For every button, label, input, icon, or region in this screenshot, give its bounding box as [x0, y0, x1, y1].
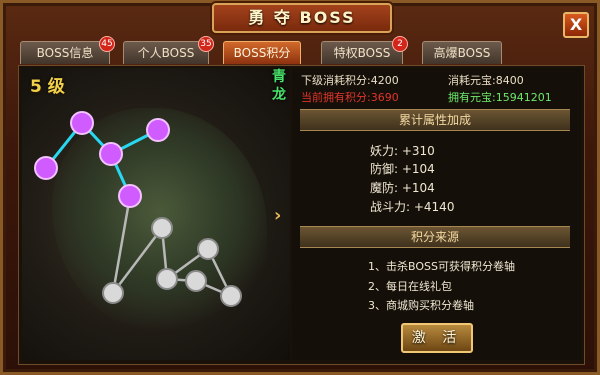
star-node-unlit[interactable]: [156, 268, 178, 290]
sources-header: 积分来源: [300, 226, 570, 248]
owned-yuanbao: 拥有元宝:15941201: [448, 91, 552, 104]
star-node-lit[interactable]: [146, 118, 170, 142]
owned-points: 当前拥有积分:3690: [301, 91, 399, 104]
star-node-lit[interactable]: [70, 111, 94, 135]
yuanbao-cost: 消耗元宝:8400: [448, 74, 524, 87]
star-node-lit[interactable]: [99, 142, 123, 166]
activate-button[interactable]: 激 活: [401, 323, 473, 353]
constellation-name: 青龙: [272, 69, 286, 103]
star-node-lit[interactable]: [34, 156, 58, 180]
star-node-unlit[interactable]: [151, 217, 173, 239]
source-line: 1、击杀BOSS可获得积分卷轴: [368, 260, 515, 273]
source-line: 2、每日在线礼包: [368, 280, 452, 293]
constellation-level: 5 级: [30, 77, 65, 97]
attribute-line: 防御: +104: [370, 162, 435, 176]
lit-nodes: [34, 111, 170, 208]
attribute-line: 魔防: +104: [370, 181, 435, 195]
star-node-unlit[interactable]: [185, 270, 207, 292]
attribute-line: 战斗力: +4140: [370, 200, 455, 214]
star-node-unlit[interactable]: [102, 282, 124, 304]
source-line: 3、商城购买积分卷轴: [368, 299, 474, 312]
star-node-unlit[interactable]: [220, 285, 242, 307]
attribute-line: 妖力: +310: [370, 144, 435, 158]
star-node-unlit[interactable]: [197, 238, 219, 260]
next-arrow-icon[interactable]: ›: [274, 205, 281, 226]
star-node-lit[interactable]: [118, 184, 142, 208]
attributes-header: 累计属性加成: [300, 109, 570, 131]
next-level-cost: 下级消耗积分:4200: [301, 74, 399, 87]
